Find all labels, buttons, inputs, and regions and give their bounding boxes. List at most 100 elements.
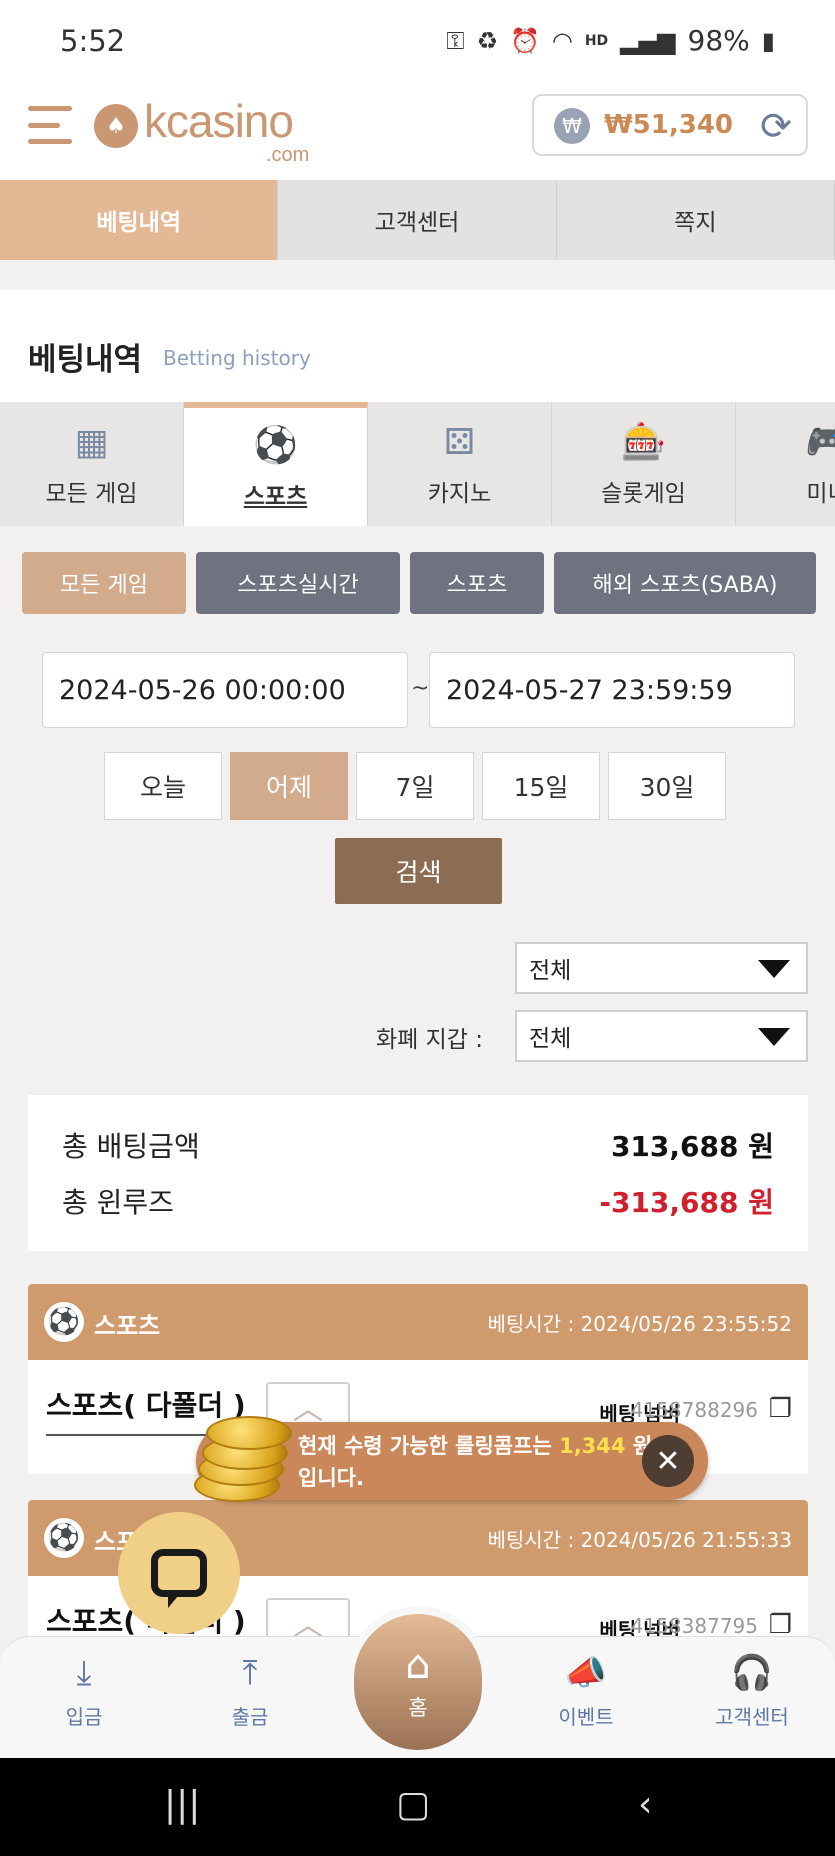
range-15days-button[interactable]: 15일 — [482, 752, 600, 820]
end-date-input[interactable]: 2024-05-27 23:59:59 — [429, 652, 795, 728]
coins-icon — [188, 1410, 292, 1506]
recents-icon[interactable]: ||| — [164, 1784, 200, 1825]
won-icon: ₩ — [554, 108, 590, 144]
total-bet-label: 총 배팅금액 — [62, 1130, 200, 1163]
game-tab-all[interactable]: ▦ 모든 게임 — [0, 402, 184, 526]
range-7days-button[interactable]: 7일 — [356, 752, 474, 820]
balance-box: ₩ ₩51,340 ⟳ — [532, 94, 808, 156]
chat-button[interactable] — [118, 1512, 240, 1634]
alarm-icon: ⏰ — [509, 26, 540, 55]
status-icons: ⚿ ♻ ⏰ ◠ HD ▂▄▆ 98% ▮ — [446, 24, 775, 57]
back-icon[interactable]: ‹ — [638, 1784, 652, 1825]
home-label: 홈 — [408, 1696, 428, 1720]
nav-withdraw-label: 출금 — [231, 1705, 269, 1729]
toast-prefix: 현재 수령 가능한 롤링콤프는 — [298, 1434, 560, 1458]
deposit-icon: ⤓ — [76, 1653, 92, 1693]
nav-event-label: 이벤트 — [558, 1705, 614, 1729]
gamepad-icon: 🎮 — [805, 422, 835, 463]
bet-card-header: ⚽ 스포츠 베팅시간 : 2024/05/26 23:55:52 — [28, 1284, 808, 1360]
search-button[interactable]: 검색 — [335, 838, 502, 904]
filter-sports-live[interactable]: 스포츠실시간 — [196, 552, 400, 614]
key-icon: ⚿ — [446, 26, 465, 55]
toast-amount: 1,344 — [559, 1434, 626, 1458]
bet-category: 스포츠 — [94, 1312, 161, 1340]
wifi-icon: ◠ — [551, 26, 573, 55]
page-title: 베팅내역 — [28, 342, 143, 378]
withdraw-icon: ⤒ — [242, 1653, 258, 1693]
game-tab-sports[interactable]: ⚽ 스포츠 — [184, 402, 368, 526]
range-today-button[interactable]: 오늘 — [104, 752, 222, 820]
toast-line2: 입니다. — [298, 1466, 364, 1490]
grid-icon: ▦ — [74, 421, 109, 463]
logo-text: kcasino — [144, 95, 294, 147]
soccer-ball-icon: ⚽ — [44, 1302, 84, 1342]
logo[interactable]: ♠ kcasino .com — [94, 94, 334, 166]
nav-support[interactable]: 🎧 고객센터 — [692, 1651, 812, 1730]
home-button[interactable]: ⌂ 홈 — [354, 1614, 482, 1750]
total-winloss-value: -313,688 원 — [599, 1186, 774, 1219]
battery-saver-icon: ♻ — [476, 26, 498, 55]
android-nav-bar: ||| ▢ ‹ — [0, 1758, 835, 1856]
home-icon: ⌂ — [405, 1642, 431, 1688]
bet-time: 베팅시간 : 2024/05/26 23:55:52 — [487, 1312, 792, 1336]
date-separator: ~ — [411, 676, 430, 701]
nav-withdraw[interactable]: ⤒ 출금 — [190, 1651, 310, 1730]
page-title-section: 베팅내역 Betting history — [0, 290, 835, 402]
dice-icon: ⚄ — [443, 421, 476, 463]
battery-percent: 98% — [687, 24, 750, 57]
game-tab-mini[interactable]: 🎮 미니 — [736, 402, 835, 526]
nav-support-label: 고객센터 — [715, 1705, 789, 1729]
dropdown-arrow-icon — [758, 1028, 790, 1046]
copy-icon[interactable]: ❐ — [769, 1394, 792, 1424]
nav-event[interactable]: 📣 이벤트 — [526, 1651, 646, 1730]
game-tab-label: 슬롯게임 — [601, 481, 686, 507]
wallet-select-value: 전체 — [529, 1026, 572, 1052]
home-nav-icon[interactable]: ▢ — [396, 1784, 430, 1825]
logo-subtext: .com — [266, 144, 310, 166]
balance-value: ₩51,340 — [604, 110, 734, 140]
start-date-input[interactable]: 2024-05-26 00:00:00 — [42, 652, 408, 728]
bet-time: 베팅시간 : 2024/05/26 21:55:33 — [487, 1528, 792, 1552]
range-yesterday-button[interactable]: 어제 — [230, 752, 348, 820]
game-tab-label: 모든 게임 — [45, 481, 138, 507]
page-subtitle: Betting history — [163, 346, 311, 370]
dropdown-arrow-icon — [758, 960, 790, 978]
status-select-value: 전체 — [529, 958, 572, 984]
filter-all-games[interactable]: 모든 게임 — [22, 552, 186, 614]
filter-saba[interactable]: 해외 스포츠(SABA) — [554, 552, 816, 614]
network-type: HD — [584, 32, 609, 49]
filter-sports[interactable]: 스포츠 — [410, 552, 544, 614]
game-tab-slots[interactable]: 🎰 슬롯게임 — [552, 402, 736, 526]
game-tab-casino[interactable]: ⚄ 카지노 — [368, 402, 552, 526]
bet-number: 4158387795 — [630, 1614, 758, 1638]
filter-row: 모든 게임 스포츠실시간 스포츠 해외 스포츠(SABA) — [22, 552, 816, 614]
menu-icon[interactable] — [28, 102, 74, 148]
status-select[interactable]: 전체 — [515, 942, 808, 994]
battery-icon: ▮ — [761, 26, 775, 55]
spade-chip-icon: ♠ — [94, 104, 138, 148]
status-bar: 5:52 ⚿ ♻ ⏰ ◠ HD ▂▄▆ 98% ▮ — [0, 0, 835, 84]
nav-deposit[interactable]: ⤓ 입금 — [24, 1651, 144, 1730]
tab-customer-center[interactable]: 고객센터 — [278, 180, 557, 260]
total-winloss-label: 총 윈루즈 — [62, 1186, 174, 1219]
wallet-select[interactable]: 전체 — [515, 1010, 808, 1062]
refresh-icon[interactable]: ⟳ — [760, 104, 792, 148]
summary-panel: 총 배팅금액 313,688 원 총 윈루즈 -313,688 원 — [28, 1095, 808, 1251]
top-tabs: 베팅내역 고객센터 쪽지 — [0, 180, 835, 260]
game-tab-label: 스포츠 — [243, 484, 308, 510]
quick-range-row: 오늘 어제 7일 15일 30일 — [104, 752, 726, 820]
tab-messages[interactable]: 쪽지 — [557, 180, 835, 260]
slot-machine-icon: 🎰 — [621, 422, 666, 463]
chat-bubble-icon — [151, 1549, 207, 1608]
close-icon[interactable]: ✕ — [642, 1435, 694, 1487]
game-tab-label: 미니 — [806, 481, 835, 507]
toast-line1: 현재 수령 가능한 롤링콤프는 1,344 원 — [298, 1430, 652, 1460]
headset-icon: 🎧 — [730, 1653, 774, 1693]
tab-betting-history[interactable]: 베팅내역 — [0, 180, 279, 260]
status-time: 5:52 — [60, 24, 126, 58]
soccer-ball-icon: ⚽ — [253, 425, 298, 466]
signal-icon: ▂▄▆ — [620, 26, 676, 55]
range-30days-button[interactable]: 30일 — [608, 752, 726, 820]
wallet-label: 화폐 지갑 : — [376, 1027, 484, 1053]
nav-deposit-label: 입금 — [65, 1705, 103, 1729]
